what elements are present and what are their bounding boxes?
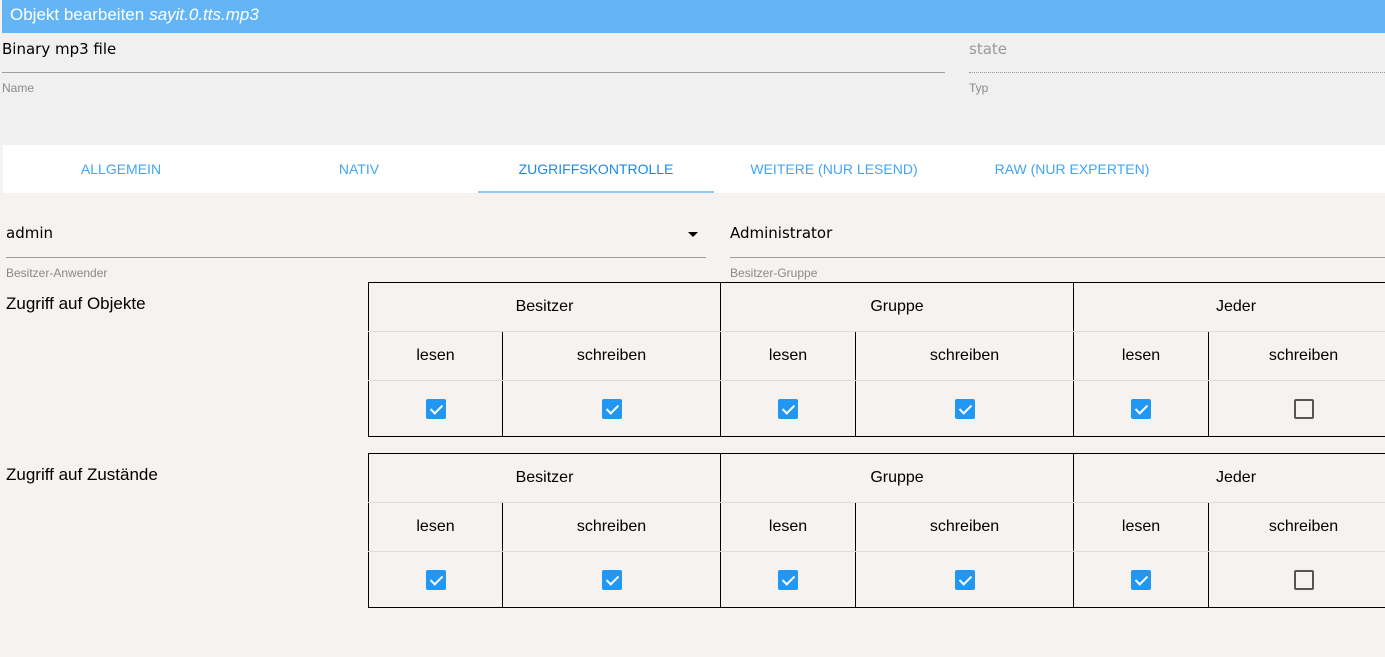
tab-allgemein[interactable]: ALLGEMEIN [3,145,239,193]
checkbox-objects-group-read[interactable] [778,398,799,419]
owner-user-value[interactable]: admin [6,223,53,243]
caret-down-icon[interactable] [688,232,698,237]
checkbox-objects-owner-read[interactable] [425,398,446,419]
perm-header-read: lesen [1073,331,1210,381]
name-underline [2,72,945,73]
perm-header-write: schreiben [855,331,1075,381]
acl-table-states: Besitzer Gruppe Jeder lesen schreiben le… [367,453,1385,608]
checkbox-states-everyone-read[interactable] [1131,569,1152,590]
checkbox-states-owner-write[interactable] [601,569,622,590]
owner-group-value[interactable]: Administrator [730,223,832,243]
checkbox-objects-everyone-read[interactable] [1131,398,1152,419]
perm-header-write: schreiben [855,502,1075,552]
tab-raw[interactable]: RAW (NUR EXPERTEN) [954,145,1190,193]
checkbox-states-group-read[interactable] [778,569,799,590]
group-header-owner: Besitzer [367,282,722,332]
checkbox-states-owner-read[interactable] [425,569,446,590]
section-title-objects: Zugriff auf Objekte [6,294,146,313]
perm-header-read: lesen [720,331,857,381]
group-header-owner: Besitzer [367,453,722,503]
perm-header-write: schreiben [501,331,722,381]
dialog-title-bar: Objekt bearbeiten sayit.0.tts.mp3 [2,0,1385,33]
type-value: state [969,40,1007,58]
perm-header-read: lesen [1073,502,1210,552]
type-field: state Typ [969,38,1385,95]
group-header-group: Gruppe [720,453,1075,503]
tab-bar: ALLGEMEIN NATIV ZUGRIFFSKONTROLLE WEITER… [3,145,1385,193]
type-label: Typ [969,81,989,95]
perm-header-write: schreiben [1208,502,1385,552]
perm-header-read: lesen [720,502,857,552]
type-underline [969,72,1385,73]
checkbox-objects-group-write[interactable] [954,398,975,419]
acl-table-objects: Besitzer Gruppe Jeder lesen schreiben le… [367,282,1385,437]
section-title-states: Zugriff auf Zustände [6,465,158,484]
name-label: Name [2,81,35,95]
checkbox-states-everyone-write[interactable] [1293,569,1314,590]
checkbox-objects-everyone-write[interactable] [1293,398,1314,419]
group-header-everyone: Jeder [1073,282,1385,332]
tab-weitere[interactable]: WEITERE (NUR LESEND) [716,145,952,193]
perm-header-write: schreiben [1208,331,1385,381]
owner-user-underline [6,257,706,258]
perm-header-write: schreiben [501,502,722,552]
owner-user-select[interactable]: admin Besitzer-Anwender [6,220,706,280]
dialog-title: Objekt bearbeiten [10,5,145,24]
perm-header-read: lesen [368,502,503,552]
group-header-everyone: Jeder [1073,453,1385,503]
owner-user-label: Besitzer-Anwender [6,266,108,280]
group-header-group: Gruppe [720,282,1075,332]
name-field[interactable]: Binary mp3 file Name [2,38,945,95]
object-id: sayit.0.tts.mp3 [149,5,259,24]
tab-zugriffskontrolle[interactable]: ZUGRIFFSKONTROLLE [478,145,714,193]
checkbox-states-group-write[interactable] [954,569,975,590]
perm-header-read: lesen [368,331,503,381]
owner-group-underline [730,257,1385,258]
name-input[interactable]: Binary mp3 file [2,39,116,59]
owner-group-label: Besitzer-Gruppe [730,266,818,280]
checkbox-objects-owner-write[interactable] [601,398,622,419]
owner-group-field[interactable]: Administrator Besitzer-Gruppe [730,220,1385,280]
tab-nativ[interactable]: NATIV [241,145,477,193]
